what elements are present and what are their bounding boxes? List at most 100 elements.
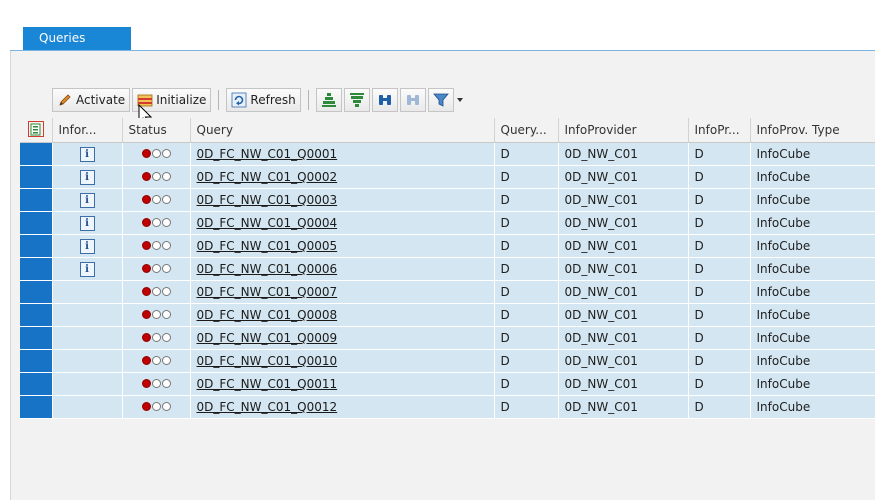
cell-infoprovider: 0D_NW_C01 xyxy=(558,349,689,373)
toolbar-separator xyxy=(307,90,309,110)
table-row[interactable]: i 0D_FC_NW_C01_Q0001 D 0D_NW_C01 D InfoCube xyxy=(20,142,875,166)
activate-button[interactable]: Activate xyxy=(52,88,131,112)
row-selector[interactable] xyxy=(20,142,53,166)
table-row[interactable]: 0D_FC_NW_C01_Q0010 D 0D_NW_C01 D InfoCube xyxy=(20,349,875,373)
status-light-red xyxy=(141,356,151,365)
info-icon[interactable]: i xyxy=(79,262,95,277)
table-row[interactable]: 0D_FC_NW_C01_Q0012 D 0D_NW_C01 D InfoCube xyxy=(20,395,875,419)
status-light-green xyxy=(161,356,171,365)
cell-infoprov-type: InfoCube xyxy=(750,188,875,212)
status-light-red xyxy=(141,310,151,319)
cell-status xyxy=(122,372,191,396)
sort-descending-button[interactable] xyxy=(343,88,370,112)
cell-infoprovider: 0D_NW_C01 xyxy=(558,234,689,258)
status-light-green xyxy=(161,218,171,227)
column-header-info[interactable]: Infor... xyxy=(52,118,123,143)
column-header-infoprovider-short[interactable]: InfoPr... xyxy=(688,118,751,143)
chevron-down-icon[interactable] xyxy=(456,96,464,104)
table-row[interactable]: i 0D_FC_NW_C01_Q0006 D 0D_NW_C01 D InfoCube xyxy=(20,257,875,281)
cell-query: 0D_FC_NW_C01_Q0007 xyxy=(190,280,495,304)
status-light-red xyxy=(141,149,151,158)
query-link[interactable]: 0D_FC_NW_C01_Q0006 xyxy=(197,262,338,276)
refresh-button[interactable]: Refresh xyxy=(226,88,301,112)
cell-infoprovider: 0D_NW_C01 xyxy=(558,257,689,281)
table-row[interactable]: i 0D_FC_NW_C01_Q0005 D 0D_NW_C01 D InfoCube xyxy=(20,234,875,258)
table-body: i 0D_FC_NW_C01_Q0001 D 0D_NW_C01 D InfoCube i 0… xyxy=(20,142,875,419)
table-row[interactable]: 0D_FC_NW_C01_Q0009 D 0D_NW_C01 D InfoCube xyxy=(20,326,875,350)
status-light-yellow xyxy=(151,264,161,273)
cell-query-type: D xyxy=(494,234,559,258)
row-selector[interactable] xyxy=(20,349,53,373)
table-row[interactable]: i 0D_FC_NW_C01_Q0003 D 0D_NW_C01 D InfoCube xyxy=(20,188,875,212)
query-link[interactable]: 0D_FC_NW_C01_Q0011 xyxy=(197,377,338,391)
table-row[interactable]: 0D_FC_NW_C01_Q0011 D 0D_NW_C01 D InfoCube xyxy=(20,372,875,396)
table-row[interactable]: 0D_FC_NW_C01_Q0007 D 0D_NW_C01 D InfoCube xyxy=(20,280,875,304)
cell-infoprovider-short: D xyxy=(688,303,751,327)
find-next-button[interactable] xyxy=(399,88,426,112)
select-layout-cell[interactable] xyxy=(20,118,53,143)
cell-info: i xyxy=(52,234,123,258)
row-selector[interactable] xyxy=(20,395,53,419)
cell-info: i xyxy=(52,257,123,281)
row-selector[interactable] xyxy=(20,372,53,396)
cell-info xyxy=(52,303,123,327)
query-link[interactable]: 0D_FC_NW_C01_Q0008 xyxy=(197,308,338,322)
column-header-infoprov-type[interactable]: InfoProv. Type xyxy=(750,118,875,143)
row-selector[interactable] xyxy=(20,303,53,327)
query-link[interactable]: 0D_FC_NW_C01_Q0009 xyxy=(197,331,338,345)
query-link[interactable]: 0D_FC_NW_C01_Q0004 xyxy=(197,216,338,230)
query-link[interactable]: 0D_FC_NW_C01_Q0005 xyxy=(197,239,338,253)
row-selector[interactable] xyxy=(20,165,53,189)
cell-infoprovider: 0D_NW_C01 xyxy=(558,165,689,189)
sort-ascending-button[interactable] xyxy=(315,88,342,112)
info-icon[interactable]: i xyxy=(79,170,95,185)
cell-query-type: D xyxy=(494,280,559,304)
column-header-status[interactable]: Status xyxy=(122,118,191,143)
table-row[interactable]: i 0D_FC_NW_C01_Q0002 D 0D_NW_C01 D InfoCube xyxy=(20,165,875,189)
tab-queries[interactable]: Queries xyxy=(23,27,131,50)
cell-infoprovider: 0D_NW_C01 xyxy=(558,280,689,304)
cell-query-type: D xyxy=(494,142,559,166)
table-header-row: Infor... Status Query Query... InfoProvi… xyxy=(20,118,875,143)
cell-info: i xyxy=(52,165,123,189)
row-selector[interactable] xyxy=(20,188,53,212)
find-button[interactable] xyxy=(371,88,398,112)
status-light-red xyxy=(141,218,151,227)
row-selector[interactable] xyxy=(20,326,53,350)
info-icon[interactable]: i xyxy=(79,239,95,254)
column-header-query[interactable]: Query xyxy=(190,118,495,143)
table-row[interactable]: i 0D_FC_NW_C01_Q0004 D 0D_NW_C01 D InfoCube xyxy=(20,211,875,235)
table-row[interactable]: 0D_FC_NW_C01_Q0008 D 0D_NW_C01 D InfoCube xyxy=(20,303,875,327)
query-link[interactable]: 0D_FC_NW_C01_Q0010 xyxy=(197,354,338,368)
cell-infoprov-type: InfoCube xyxy=(750,372,875,396)
info-icon[interactable]: i xyxy=(79,193,95,208)
column-header-infoprovider[interactable]: InfoProvider xyxy=(558,118,689,143)
status-light-yellow xyxy=(151,218,161,227)
column-header-query-type[interactable]: Query... xyxy=(494,118,559,143)
status-light-green xyxy=(161,287,171,296)
row-selector[interactable] xyxy=(20,211,53,235)
select-layout-icon[interactable] xyxy=(27,120,44,137)
row-selector[interactable] xyxy=(20,280,53,304)
info-icon[interactable]: i xyxy=(79,216,95,231)
status-traffic-light-icon xyxy=(141,149,171,158)
query-link[interactable]: 0D_FC_NW_C01_Q0007 xyxy=(197,285,338,299)
status-light-yellow xyxy=(151,402,161,411)
cell-infoprov-type: InfoCube xyxy=(750,280,875,304)
refresh-icon xyxy=(232,92,247,108)
status-traffic-light-icon xyxy=(141,402,171,411)
status-light-yellow xyxy=(151,287,161,296)
query-link[interactable]: 0D_FC_NW_C01_Q0002 xyxy=(197,170,338,184)
status-light-red xyxy=(141,172,151,181)
info-icon[interactable]: i xyxy=(79,147,95,162)
cell-status xyxy=(122,211,191,235)
query-link[interactable]: 0D_FC_NW_C01_Q0012 xyxy=(197,400,338,414)
filter-button[interactable] xyxy=(427,88,454,112)
query-link[interactable]: 0D_FC_NW_C01_Q0001 xyxy=(197,147,338,161)
query-link[interactable]: 0D_FC_NW_C01_Q0003 xyxy=(197,193,338,207)
row-selector[interactable] xyxy=(20,234,53,258)
status-light-red xyxy=(141,402,151,411)
row-selector[interactable] xyxy=(20,257,53,281)
cell-info xyxy=(52,372,123,396)
cell-status xyxy=(122,326,191,350)
